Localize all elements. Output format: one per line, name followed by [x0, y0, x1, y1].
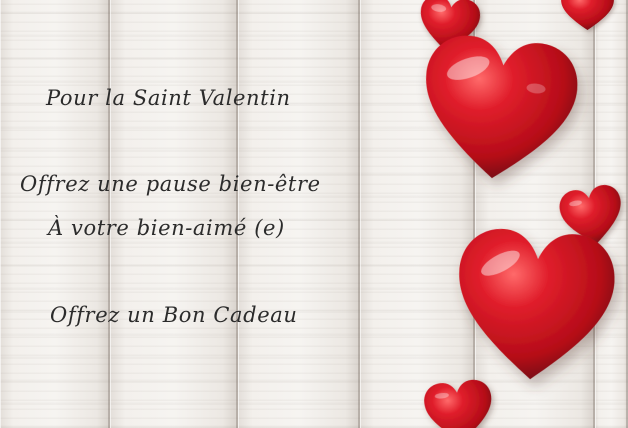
message-line-recipient: À votre bien-aimé (e) [48, 216, 285, 240]
message-line-title: Pour la Saint Valentin [46, 86, 291, 110]
message-line-offer: Offrez une pause bien-être [20, 172, 321, 196]
valentine-card: Pour la Saint Valentin Offrez une pause … [0, 0, 628, 428]
message-line-gift: Offrez un Bon Cadeau [50, 303, 298, 327]
red-heart [561, 0, 614, 30]
red-heart [452, 225, 618, 385]
red-heart [422, 378, 496, 428]
greeting-message: Pour la Saint Valentin Offrez une pause … [0, 0, 430, 428]
red-heart [416, 31, 582, 187]
